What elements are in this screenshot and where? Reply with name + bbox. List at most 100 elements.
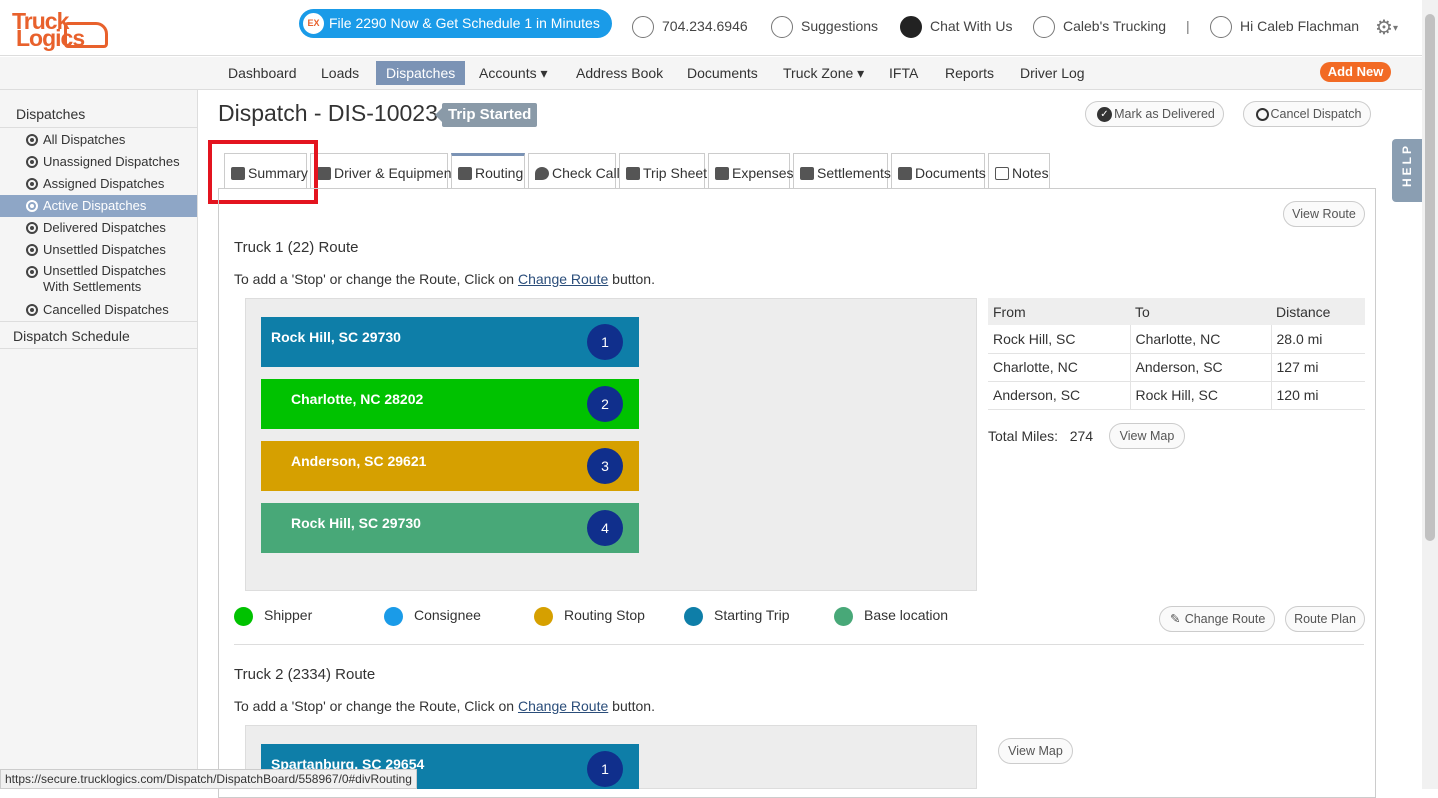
change-route-link[interactable]: Change Route <box>518 698 608 714</box>
view-map-button[interactable]: View Map <box>1109 423 1185 449</box>
stop-label: Rock Hill, SC 29730 <box>271 329 401 345</box>
sidebar-item-unsettled-dispatches[interactable]: Unsettled Dispatches <box>0 239 197 261</box>
mark-delivered-button[interactable]: ✓ Mark as Delivered <box>1085 101 1224 127</box>
menu-dashboard[interactable]: Dashboard <box>218 61 307 85</box>
chat-link[interactable]: Chat With Us <box>900 16 1013 39</box>
tab-label: Trip Sheet <box>643 165 708 181</box>
top-bar: Truck Logics EX File 2290 Now & Get Sche… <box>0 0 1422 56</box>
sidebar-item-label: Delivered Dispatches <box>43 220 166 235</box>
legend-dot <box>684 606 703 626</box>
chat-bubble-icon <box>900 16 922 39</box>
menu-accounts[interactable]: Accounts ▾ <box>469 61 558 85</box>
menu-address-book[interactable]: Address Book <box>566 61 673 85</box>
phone-icon <box>632 16 654 39</box>
menu-dispatches[interactable]: Dispatches <box>376 61 466 85</box>
legend-starting-trip: Starting Trip <box>684 605 790 626</box>
sidebar: Dispatches All Dispatches Unassigned Dis… <box>0 90 198 789</box>
tab-label: Notes <box>1012 165 1049 181</box>
phone-link[interactable]: 704.234.6946 <box>632 16 748 39</box>
stop-number: 2 <box>587 386 623 422</box>
total-miles-value: 274 <box>1069 428 1094 444</box>
tab-label: Documents <box>915 165 986 181</box>
radio-icon <box>26 200 38 212</box>
menu-driver-log[interactable]: Driver Log <box>1010 61 1095 85</box>
total-miles-label: Total Miles: <box>988 428 1059 444</box>
legend-label: Starting Trip <box>714 607 790 623</box>
tab-notes[interactable]: Notes <box>988 153 1050 188</box>
expresstrucktax-icon: EX <box>301 11 326 36</box>
tab-documents[interactable]: Documents <box>891 153 986 188</box>
legend-base-location: Base location <box>834 605 948 626</box>
truck1-route-note: To add a 'Stop' or change the Route, Cli… <box>234 271 655 287</box>
legend-dot <box>384 606 403 626</box>
sidebar-dispatch-schedule[interactable]: Dispatch Schedule <box>0 321 197 349</box>
radio-icon <box>26 156 38 168</box>
user-avatar-icon <box>1210 16 1232 39</box>
cell-to: Charlotte, NC <box>1129 325 1271 354</box>
sidebar-heading-dispatches[interactable]: Dispatches <box>0 100 197 128</box>
tab-check-call[interactable]: Check Call <box>528 153 620 188</box>
tab-settlements[interactable]: Settlements <box>793 153 891 188</box>
legend-dot <box>834 606 853 626</box>
menu-ifta[interactable]: IFTA <box>879 61 928 85</box>
trucklogics-logo[interactable]: Truck Logics <box>12 8 112 51</box>
change-route-label: Change Route <box>1184 612 1266 626</box>
menu-truck-zone[interactable]: Truck Zone ▾ <box>773 61 874 85</box>
legend-consignee: Consignee <box>384 605 481 626</box>
view-route-button[interactable]: View Route <box>1283 201 1365 227</box>
tab-expenses[interactable]: Expenses <box>708 153 794 188</box>
legend-routing-stop: Routing Stop <box>534 605 645 626</box>
add-new-button[interactable]: Add New <box>1320 62 1391 82</box>
promo-2290-button[interactable]: EX File 2290 Now & Get Schedule 1 in Min… <box>299 9 612 38</box>
cancel-dispatch-label: Cancel Dispatch <box>1270 107 1362 121</box>
sidebar-item-all-dispatches[interactable]: All Dispatches <box>0 129 197 151</box>
page-scrollbar[interactable] <box>1422 0 1438 789</box>
tab-routing[interactable]: Routing <box>451 153 525 188</box>
suggestions-link[interactable]: Suggestions <box>771 16 878 39</box>
tab-driver-equipment[interactable]: Driver & Equipment <box>310 153 455 188</box>
stop-2[interactable]: Charlotte, NC 28202 2 <box>261 379 639 429</box>
cancel-dispatch-button[interactable]: Cancel Dispatch <box>1243 101 1371 127</box>
scrollbar-thumb[interactable] <box>1425 14 1435 541</box>
stop-1[interactable]: Rock Hill, SC 29730 1 <box>261 317 639 367</box>
menu-documents[interactable]: Documents <box>677 61 768 85</box>
page-title: Dispatch - DIS-10023 <box>218 100 438 126</box>
stop-number: 1 <box>587 751 623 787</box>
menu-reports[interactable]: Reports <box>935 61 1004 85</box>
tab-label: Expenses <box>732 165 794 181</box>
route-plan-button[interactable]: Route Plan <box>1285 606 1365 632</box>
sidebar-item-delivered-dispatches[interactable]: Delivered Dispatches <box>0 217 197 239</box>
truck2-view-map-button[interactable]: View Map <box>998 738 1073 764</box>
note-text: To add a 'Stop' or change the Route, Cli… <box>234 698 518 714</box>
cell-from: Anderson, SC <box>988 381 1130 410</box>
main-menu: Dashboard Loads Dispatches Accounts ▾ Ad… <box>0 57 1422 90</box>
help-tab[interactable]: HELP <box>1392 139 1422 202</box>
user-menu[interactable]: Hi Caleb Flachman <box>1210 16 1359 39</box>
sidebar-item-unassigned-dispatches[interactable]: Unassigned Dispatches <box>0 151 197 173</box>
radio-icon <box>26 304 38 316</box>
col-from: From <box>988 298 1130 325</box>
sidebar-item-active-dispatches[interactable]: Active Dispatches <box>0 195 197 217</box>
prohibited-icon <box>1256 108 1269 121</box>
tab-trip-sheet[interactable]: Trip Sheet <box>619 153 708 188</box>
distance-table: From To Distance Rock Hill, SC Charlotte,… <box>988 298 1365 410</box>
cell-from: Charlotte, NC <box>988 353 1130 382</box>
change-route-link[interactable]: Change Route <box>518 271 608 287</box>
stop-3[interactable]: Anderson, SC 29621 3 <box>261 441 639 491</box>
note-text: button. <box>608 271 655 287</box>
sidebar-item-assigned-dispatches[interactable]: Assigned Dispatches <box>0 173 197 195</box>
stop-4[interactable]: Rock Hill, SC 29730 4 <box>261 503 639 553</box>
change-route-button[interactable]: ✎ Change Route <box>1159 606 1275 632</box>
table-row: Rock Hill, SC Charlotte, NC 28.0 mi <box>988 325 1365 354</box>
settings-gear-icon[interactable]: ⚙▾ <box>1375 15 1398 40</box>
table-row: Anderson, SC Rock Hill, SC 120 mi <box>988 381 1365 410</box>
chat-label: Chat With Us <box>930 18 1013 34</box>
topbar-separator: | <box>1186 18 1190 34</box>
sidebar-item-cancelled-dispatches[interactable]: Cancelled Dispatches <box>0 299 197 321</box>
company-link[interactable]: Caleb's Trucking <box>1033 16 1166 39</box>
sidebar-item-unsettled-with-settlements[interactable]: Unsettled Dispatches With Settlements <box>0 263 170 297</box>
tab-label: Routing <box>475 165 524 181</box>
stop-label: Anderson, SC 29621 <box>291 453 427 469</box>
notes-icon <box>995 167 1009 180</box>
menu-loads[interactable]: Loads <box>311 61 369 85</box>
